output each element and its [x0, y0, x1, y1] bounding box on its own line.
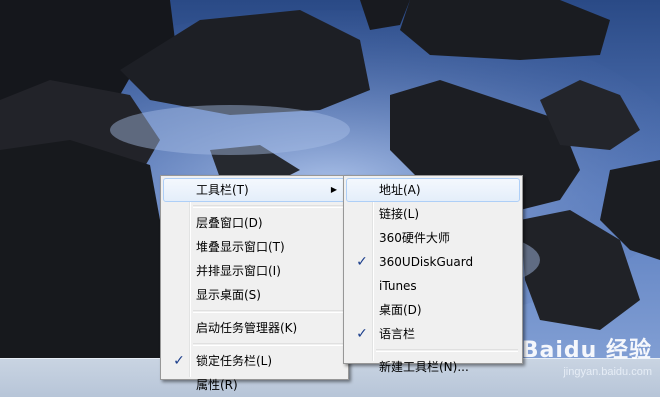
menu-item-label: 启动任务管理器(K) — [196, 321, 298, 335]
menu-item-label: 堆叠显示窗口(T) — [196, 240, 285, 254]
submenu-arrow-icon: ▶ — [330, 185, 337, 194]
menu-item-label: 锁定任务栏(L) — [196, 354, 273, 368]
submenu-item-360udiskguard[interactable]: ✓ 360UDiskGuard — [346, 250, 520, 274]
submenu-item-language-bar[interactable]: ✓ 语言栏 — [346, 322, 520, 346]
submenu-item-address[interactable]: 地址(A) — [346, 178, 520, 202]
menu-item-label: 属性(R) — [196, 378, 238, 392]
menu-item-label: 桌面(D) — [379, 303, 422, 317]
menu-item-label: 层叠窗口(D) — [196, 216, 263, 230]
menu-item-stack-windows[interactable]: 堆叠显示窗口(T) — [163, 235, 346, 259]
submenu-item-desktop[interactable]: 桌面(D) — [346, 298, 520, 322]
menu-item-label: 360硬件大师 — [379, 231, 450, 245]
menu-item-properties[interactable]: 属性(R) — [163, 373, 346, 397]
menu-separator — [193, 205, 344, 208]
menu-separator — [193, 343, 344, 346]
menu-item-label: 显示桌面(S) — [196, 288, 261, 302]
submenu-item-itunes[interactable]: iTunes — [346, 274, 520, 298]
menu-item-label: 语言栏 — [379, 327, 416, 341]
submenu-item-links[interactable]: 链接(L) — [346, 202, 520, 226]
checkmark-icon: ✓ — [356, 254, 368, 270]
checkmark-icon: ✓ — [356, 326, 368, 342]
menu-item-task-manager[interactable]: 启动任务管理器(K) — [163, 316, 346, 340]
menu-item-side-by-side-windows[interactable]: 并排显示窗口(I) — [163, 259, 346, 283]
menu-separator — [376, 349, 518, 352]
submenu-item-360-hardware[interactable]: 360硬件大师 — [346, 226, 520, 250]
menu-item-label: 360UDiskGuard — [379, 255, 474, 269]
menu-item-toolbars[interactable]: 工具栏(T) ▶ — [163, 178, 346, 202]
menu-item-label: 并排显示窗口(I) — [196, 264, 281, 278]
menu-item-label: 工具栏(T) — [196, 183, 249, 197]
menu-item-lock-taskbar[interactable]: ✓ 锁定任务栏(L) — [163, 349, 346, 373]
menu-item-label: 新建工具栏(N)... — [379, 360, 469, 374]
menu-separator — [193, 310, 344, 313]
submenu-item-new-toolbar[interactable]: 新建工具栏(N)... — [346, 355, 520, 379]
taskbar-context-menu: 工具栏(T) ▶ 层叠窗口(D) 堆叠显示窗口(T) 并排显示窗口(I) 显示桌… — [160, 175, 349, 392]
checkmark-icon: ✓ — [173, 353, 185, 369]
menu-item-label: 链接(L) — [379, 207, 420, 221]
menu-item-show-desktop[interactable]: 显示桌面(S) — [163, 283, 346, 307]
menu-item-label: 地址(A) — [379, 183, 421, 197]
toolbars-submenu: 地址(A) 链接(L) 360硬件大师 ✓ 360UDiskGuard iTun… — [343, 175, 523, 374]
menu-item-cascade-windows[interactable]: 层叠窗口(D) — [163, 211, 346, 235]
menu-item-label: iTunes — [379, 279, 417, 293]
